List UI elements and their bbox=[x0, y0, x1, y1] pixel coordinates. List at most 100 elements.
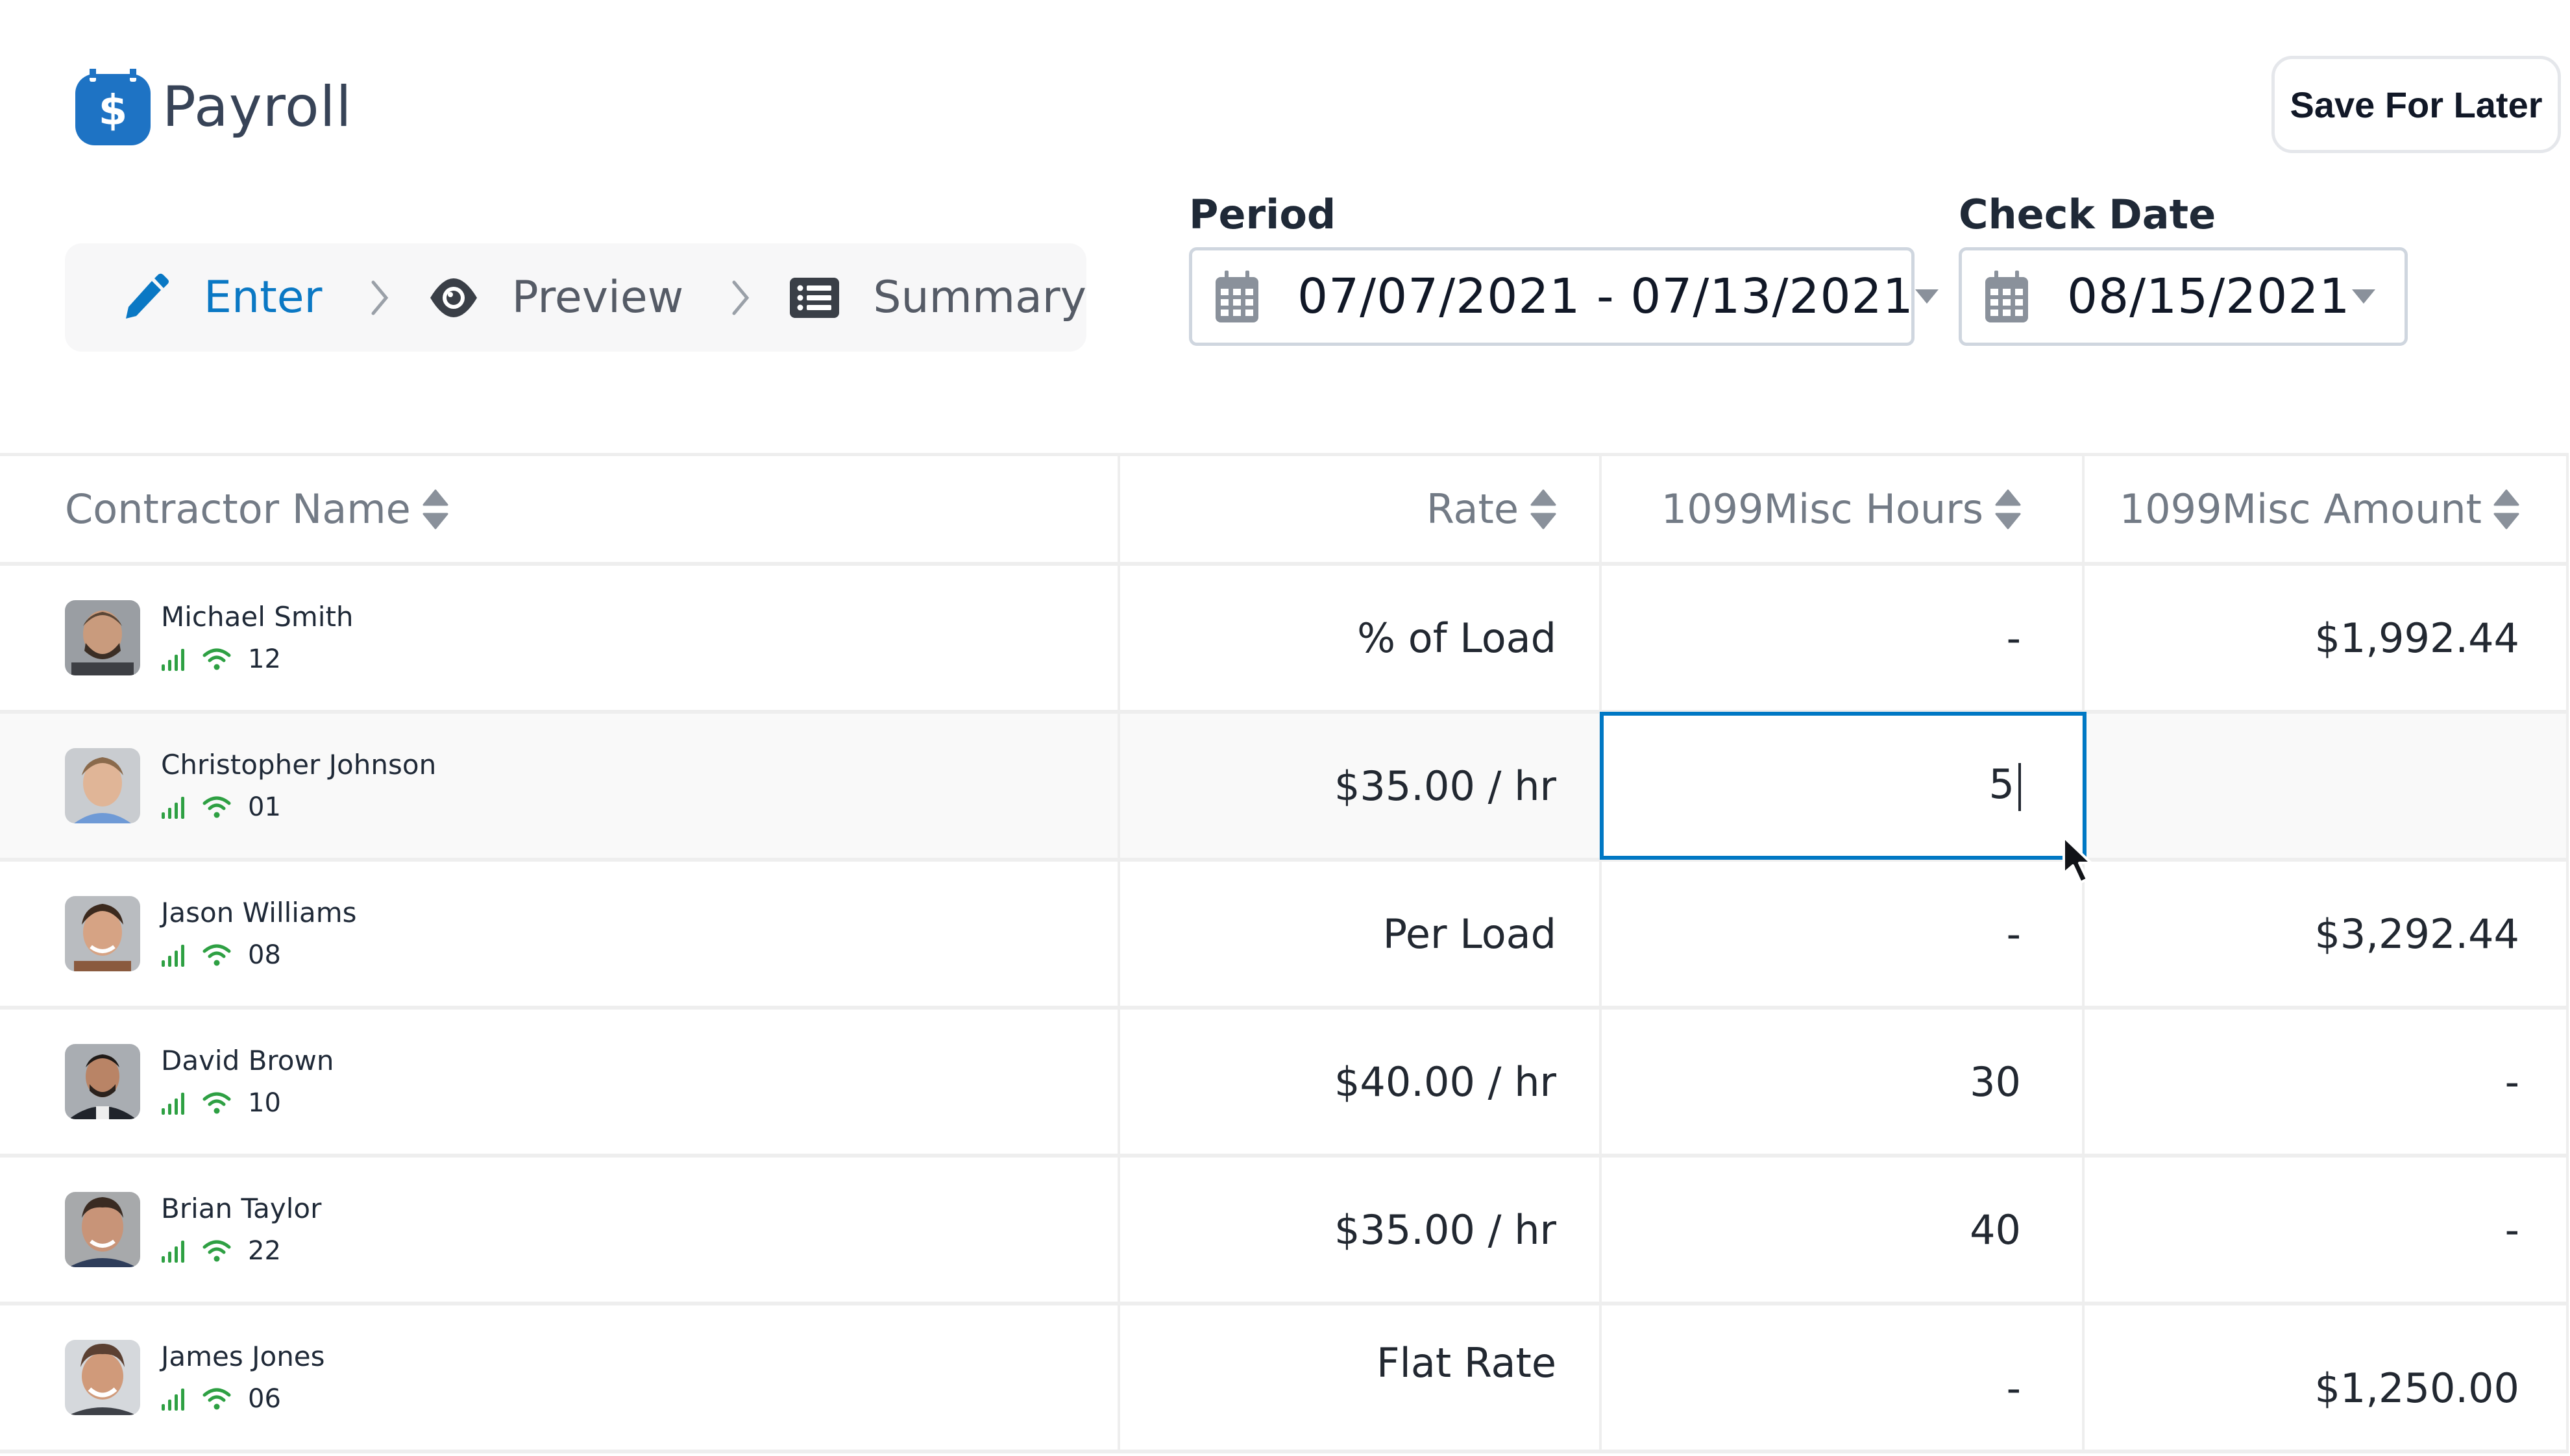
contractor-name[interactable]: Christopher Johnson bbox=[161, 751, 436, 779]
period-label: Period bbox=[1189, 191, 1336, 238]
signal-strength-icon bbox=[161, 943, 187, 967]
sort-icon[interactable] bbox=[1995, 489, 2021, 529]
hours-input[interactable]: 5 bbox=[1989, 760, 2021, 811]
avatar bbox=[65, 1340, 140, 1415]
avatar bbox=[65, 748, 140, 823]
check-date-value: 08/15/2021 bbox=[2067, 269, 2351, 324]
table-row[interactable]: David Brown 10 $40.00 / hr 30 - bbox=[0, 1010, 2569, 1158]
contractor-id: 01 bbox=[248, 792, 281, 822]
hours-cell[interactable]: - bbox=[1602, 862, 2085, 1006]
table-row[interactable]: Michael Smith 12 % of Load - $1,992.44 bbox=[0, 566, 2569, 714]
mouse-pointer-icon bbox=[2061, 836, 2100, 888]
signal-strength-icon bbox=[161, 1091, 187, 1115]
column-header-1099misc-amount[interactable]: 1099Misc Amount bbox=[2085, 456, 2569, 562]
contractor-id: 12 bbox=[248, 644, 281, 674]
check-date-label: Check Date bbox=[1959, 191, 2216, 238]
wifi-icon bbox=[202, 943, 231, 967]
contractor-name[interactable]: Brian Taylor bbox=[161, 1195, 321, 1222]
pencil-icon bbox=[121, 273, 170, 322]
column-header-rate[interactable]: Rate bbox=[1120, 456, 1602, 562]
wifi-icon bbox=[202, 1091, 231, 1115]
step-enter[interactable]: Enter bbox=[121, 272, 323, 323]
column-header-contractor-name[interactable]: Contractor Name bbox=[0, 456, 1120, 562]
signal-strength-icon bbox=[161, 1387, 187, 1411]
step-preview-label: Preview bbox=[511, 272, 684, 323]
hours-cell[interactable]: 30 bbox=[1602, 1010, 2085, 1154]
caret-down-icon bbox=[2351, 288, 2377, 305]
step-preview[interactable]: Preview bbox=[429, 272, 684, 323]
step-summary[interactable]: Summary bbox=[790, 272, 1086, 323]
avatar bbox=[65, 1044, 140, 1119]
signal-strength-icon bbox=[161, 795, 187, 819]
app-logo: $ Payroll bbox=[75, 69, 352, 145]
signal-strength-icon bbox=[161, 648, 187, 671]
contractor-cell: David Brown 10 bbox=[0, 1010, 1120, 1154]
check-date-dropdown[interactable]: 08/15/2021 bbox=[1959, 247, 2408, 346]
contractor-name[interactable]: David Brown bbox=[161, 1047, 334, 1074]
table-row[interactable]: James Jones 06 Flat Rate - $1,250.00 bbox=[0, 1305, 2569, 1453]
rate-cell[interactable]: $40.00 / hr bbox=[1120, 1010, 1602, 1154]
contractor-name[interactable]: Michael Smith bbox=[161, 603, 354, 631]
hours-cell[interactable]: - bbox=[1602, 566, 2085, 710]
hours-cell[interactable]: - bbox=[1602, 1305, 2085, 1450]
avatar bbox=[65, 896, 140, 971]
rate-cell[interactable]: $35.00 / hr bbox=[1120, 1158, 1602, 1302]
wifi-icon bbox=[202, 1387, 231, 1411]
app-title: Payroll bbox=[162, 75, 352, 140]
contractor-table: Contractor Name Rate 1099Misc Hours 1099… bbox=[0, 453, 2569, 1453]
avatar bbox=[65, 600, 140, 675]
contractor-cell: Michael Smith 12 bbox=[0, 566, 1120, 710]
contractor-id: 22 bbox=[248, 1236, 281, 1266]
period-dropdown[interactable]: 07/07/2021 - 07/13/2021 bbox=[1189, 247, 1939, 346]
calendar-icon bbox=[1216, 271, 1258, 322]
rate-cell[interactable]: Flat Rate bbox=[1120, 1305, 1602, 1450]
contractor-id: 06 bbox=[248, 1384, 281, 1414]
amount-cell[interactable]: - bbox=[2085, 1158, 2569, 1302]
contractor-cell: Brian Taylor 22 bbox=[0, 1158, 1120, 1302]
wifi-icon bbox=[202, 648, 231, 671]
table-header-row: Contractor Name Rate 1099Misc Hours 1099… bbox=[0, 453, 2569, 566]
hours-cell-editing[interactable]: 5 bbox=[1600, 712, 2087, 860]
amount-cell[interactable] bbox=[2085, 714, 2569, 858]
wifi-icon bbox=[202, 1239, 231, 1263]
rate-cell[interactable]: $35.00 / hr bbox=[1120, 714, 1602, 858]
contractor-id: 10 bbox=[248, 1088, 281, 1118]
rate-cell[interactable]: % of Load bbox=[1120, 566, 1602, 710]
table-row[interactable]: Christopher Johnson 01 $35.00 / hr 5 bbox=[0, 712, 2569, 862]
avatar bbox=[65, 1192, 140, 1267]
sort-icon[interactable] bbox=[2493, 489, 2519, 529]
payroll-stepper: Enter Preview Summary bbox=[65, 243, 1086, 352]
eye-icon bbox=[429, 273, 478, 322]
column-header-1099misc-hours[interactable]: 1099Misc Hours bbox=[1602, 456, 2085, 562]
save-for-later-button[interactable]: Save For Later bbox=[2271, 56, 2561, 153]
amount-cell[interactable]: $1,992.44 bbox=[2085, 566, 2569, 710]
payroll-calendar-dollar-icon: $ bbox=[75, 69, 151, 145]
chevron-right-icon bbox=[731, 278, 751, 317]
list-icon bbox=[790, 273, 840, 322]
hours-cell[interactable]: 40 bbox=[1602, 1158, 2085, 1302]
contractor-cell: James Jones 06 bbox=[0, 1305, 1120, 1450]
caret-down-icon bbox=[1914, 288, 1940, 305]
contractor-cell: Jason Williams 08 bbox=[0, 862, 1120, 1006]
sort-icon[interactable] bbox=[1530, 489, 1556, 529]
contractor-cell: Christopher Johnson 01 bbox=[0, 714, 1120, 858]
sort-icon[interactable] bbox=[422, 489, 448, 529]
table-row[interactable]: Brian Taylor 22 $35.00 / hr 40 - bbox=[0, 1158, 2569, 1305]
contractor-name[interactable]: James Jones bbox=[161, 1343, 325, 1370]
text-caret bbox=[2018, 762, 2021, 811]
contractor-id: 08 bbox=[248, 940, 281, 970]
amount-cell[interactable]: $3,292.44 bbox=[2085, 862, 2569, 1006]
step-summary-label: Summary bbox=[873, 272, 1086, 323]
contractor-name[interactable]: Jason Williams bbox=[161, 899, 357, 927]
amount-cell[interactable]: - bbox=[2085, 1010, 2569, 1154]
step-enter-label: Enter bbox=[204, 272, 323, 323]
amount-cell[interactable]: $1,250.00 bbox=[2085, 1305, 2569, 1450]
wifi-icon bbox=[202, 795, 231, 819]
period-value: 07/07/2021 - 07/13/2021 bbox=[1297, 269, 1914, 324]
chevron-right-icon bbox=[371, 278, 390, 317]
svg-text:$: $ bbox=[99, 87, 128, 135]
table-row[interactable]: Jason Williams 08 Per Load - $3,292.44 bbox=[0, 862, 2569, 1010]
signal-strength-icon bbox=[161, 1239, 187, 1263]
rate-cell[interactable]: Per Load bbox=[1120, 862, 1602, 1006]
calendar-icon bbox=[1985, 271, 2028, 322]
